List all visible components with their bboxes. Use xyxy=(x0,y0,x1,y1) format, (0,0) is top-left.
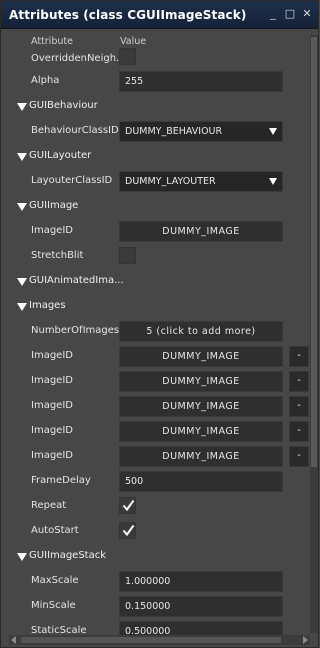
row-label: AutoStart xyxy=(31,525,79,536)
close-button[interactable]: ✕ xyxy=(300,7,314,21)
row-maxscale: MaxScale 1.000000 xyxy=(9,570,309,595)
remove-image-2-button[interactable]: - xyxy=(289,396,309,417)
framedelay-field[interactable]: 500 xyxy=(119,471,283,492)
row-image-2: ImageID DUMMY_IMAGE - xyxy=(9,395,309,420)
window-title: Attributes (class CGUIImageStack) xyxy=(9,7,247,22)
row-label: ImageID xyxy=(31,400,73,411)
row-label: ImageID xyxy=(31,225,73,236)
row-image-4: ImageID DUMMY_IMAGE - xyxy=(9,445,309,470)
expand-triangle-icon[interactable] xyxy=(17,103,27,111)
row-label: BehaviourClassID xyxy=(31,125,119,136)
image-1-button[interactable]: DUMMY_IMAGE xyxy=(119,371,283,392)
row-image-3: ImageID DUMMY_IMAGE - xyxy=(9,420,309,445)
image-0-button[interactable]: DUMMY_IMAGE xyxy=(119,346,283,367)
repeat-checkbox[interactable] xyxy=(119,497,136,514)
row-autostart: AutoStart xyxy=(9,520,309,545)
dropdown-arrow-icon[interactable] xyxy=(265,122,282,141)
row-behaviourclassid: BehaviourClassID DUMMY_BEHAVIOUR xyxy=(9,120,309,145)
row-label: MaxScale xyxy=(31,575,79,586)
minscale-field[interactable]: 0.150000 xyxy=(119,596,283,617)
checkmark-icon xyxy=(122,524,135,537)
overridden-checkbox[interactable] xyxy=(119,48,136,65)
layouterclassid-dropdown[interactable]: DUMMY_LAYOUTER xyxy=(119,171,283,192)
row-label: ImageID xyxy=(31,350,73,361)
checkmark-icon xyxy=(122,499,135,512)
remove-image-0-button[interactable]: - xyxy=(289,346,309,367)
group-label: GUIImage xyxy=(29,200,79,211)
scroll-right-arrow-icon[interactable] xyxy=(303,636,308,644)
image-3-button[interactable]: DUMMY_IMAGE xyxy=(119,421,283,442)
group-images[interactable]: Images xyxy=(9,295,309,320)
minimize-button[interactable]: _ xyxy=(266,7,280,21)
maxscale-field[interactable]: 1.000000 xyxy=(119,571,283,592)
group-guilayouter[interactable]: GUILayouter xyxy=(9,145,309,170)
row-imageid: ImageID DUMMY_IMAGE xyxy=(9,220,309,245)
imageid-button[interactable]: DUMMY_IMAGE xyxy=(119,221,283,242)
remove-image-3-button[interactable]: - xyxy=(289,421,309,442)
alpha-field[interactable]: 255 xyxy=(119,71,283,92)
add-images-button[interactable]: 5 (click to add more) xyxy=(119,321,283,342)
group-label: GUIAnimatedIma... xyxy=(29,275,124,286)
row-label: Alpha xyxy=(31,75,60,86)
row-repeat: Repeat xyxy=(9,495,309,520)
image-2-button[interactable]: DUMMY_IMAGE xyxy=(119,396,283,417)
row-label: LayouterClassID xyxy=(31,175,113,186)
attributes-window: Attributes (class CGUIImageStack) _ □ ✕ … xyxy=(0,0,319,648)
group-label: GUIBehaviour xyxy=(29,100,98,111)
remove-image-1-button[interactable]: - xyxy=(289,371,309,392)
row-label: FrameDelay xyxy=(31,475,91,486)
row-image-0: ImageID DUMMY_IMAGE - xyxy=(9,345,309,370)
attribute-column-header: Attribute xyxy=(31,36,73,47)
row-layouterclassid: LayouterClassID DUMMY_LAYOUTER xyxy=(9,170,309,195)
expand-triangle-icon[interactable] xyxy=(17,303,27,311)
row-numberofimages: NumberOfImages 5 (click to add more) xyxy=(9,320,309,345)
image-4-button[interactable]: DUMMY_IMAGE xyxy=(119,446,283,467)
expand-triangle-icon[interactable] xyxy=(17,203,27,211)
expand-triangle-icon[interactable] xyxy=(17,278,27,286)
row-minscale: MinScale 0.150000 xyxy=(9,595,309,620)
maximize-button[interactable]: □ xyxy=(283,7,297,21)
group-label: GUILayouter xyxy=(29,150,92,161)
row-label: ImageID xyxy=(31,450,73,461)
row-framedelay: FrameDelay 500 xyxy=(9,470,309,495)
group-guianimatedimage[interactable]: GUIAnimatedIma... xyxy=(9,270,309,295)
row-label: OverriddenNeigh... xyxy=(31,53,119,64)
row-label: StretchBlit xyxy=(31,250,84,261)
group-label: GUIImageStack xyxy=(29,550,107,561)
row-image-1: ImageID DUMMY_IMAGE - xyxy=(9,370,309,395)
stretchblit-checkbox[interactable] xyxy=(119,247,136,264)
group-label: Images xyxy=(29,300,66,311)
expand-triangle-icon[interactable] xyxy=(17,153,27,161)
horizontal-scroll-thumb[interactable] xyxy=(21,637,281,643)
row-label: ImageID xyxy=(31,425,73,436)
autostart-checkbox[interactable] xyxy=(119,522,136,539)
dropdown-value: DUMMY_BEHAVIOUR xyxy=(125,126,223,137)
dropdown-arrow-icon[interactable] xyxy=(265,172,282,191)
remove-image-4-button[interactable]: - xyxy=(289,446,309,467)
group-guiimagestack[interactable]: GUIImageStack xyxy=(9,545,309,570)
row-alpha: Alpha 255 xyxy=(9,70,309,95)
vertical-scrollbar[interactable] xyxy=(310,35,318,633)
row-stretchblit: StretchBlit xyxy=(9,245,309,270)
group-guibehaviour[interactable]: GUIBehaviour xyxy=(9,95,309,120)
vertical-scroll-thumb[interactable] xyxy=(311,37,317,467)
behaviourclassid-dropdown[interactable]: DUMMY_BEHAVIOUR xyxy=(119,121,283,142)
title-bar[interactable]: Attributes (class CGUIImageStack) _ □ ✕ xyxy=(1,1,318,29)
horizontal-scrollbar[interactable] xyxy=(9,635,310,645)
expand-triangle-icon[interactable] xyxy=(17,553,27,561)
value-column-header: Value xyxy=(120,36,147,47)
dropdown-value: DUMMY_LAYOUTER xyxy=(125,176,216,187)
row-label: ImageID xyxy=(31,375,73,386)
group-guiimage[interactable]: GUIImage xyxy=(9,195,309,220)
row-label: Repeat xyxy=(31,500,67,511)
row-label: NumberOfImages xyxy=(31,325,119,336)
row-label: MinScale xyxy=(31,600,76,611)
scroll-left-arrow-icon[interactable] xyxy=(11,636,16,644)
